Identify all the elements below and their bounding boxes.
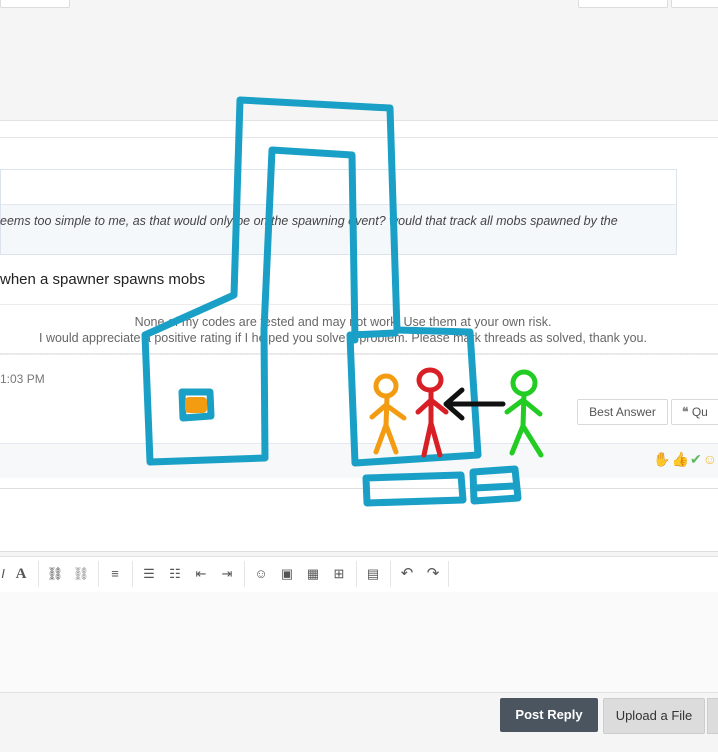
annotation-small-box-right xyxy=(469,465,522,505)
annotation-orange-block xyxy=(185,397,207,413)
annotation-small-box-left xyxy=(362,471,467,507)
annotation-orange-figure xyxy=(369,373,407,455)
hand-drawn-annotation xyxy=(141,96,544,507)
annotation-red-figure xyxy=(415,367,449,458)
annotation-green-figure xyxy=(504,369,544,458)
